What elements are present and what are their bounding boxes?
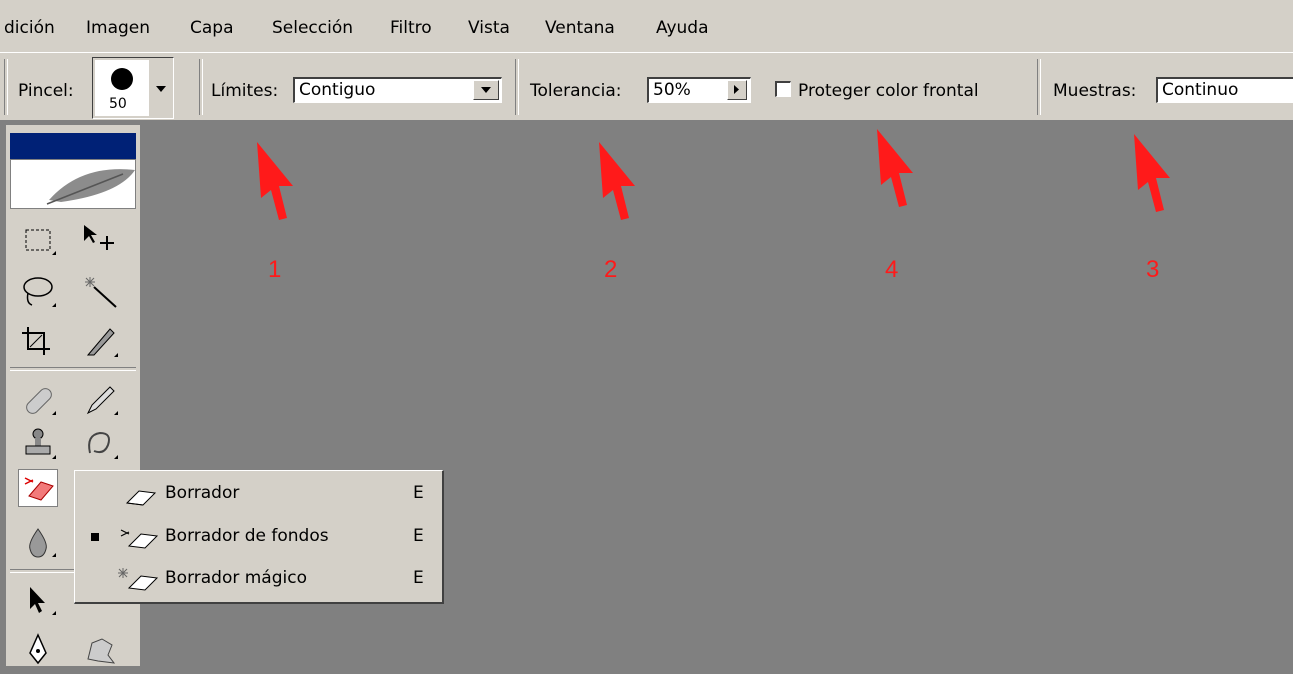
crop-icon [22, 327, 50, 355]
history-brush-icon [88, 431, 118, 459]
eraser-flyout-menu: Borrador E Borrador de fondos E Borrador… [74, 470, 444, 604]
menu-edicion[interactable]: dición [4, 18, 55, 38]
selected-bullet-icon [91, 533, 99, 541]
slice-icon [86, 328, 118, 357]
menu-seleccion[interactable]: Selección [272, 18, 353, 38]
bar-grip [4, 59, 8, 115]
protect-color-label: Proteger color frontal [798, 81, 979, 101]
pencil-icon [86, 386, 118, 415]
eraser-icon [115, 479, 165, 509]
brush-tool[interactable] [80, 381, 120, 419]
flyout-item-label: Borrador de fondos [165, 526, 329, 546]
brush-preview: 50 [95, 60, 149, 116]
brush-dot-icon [111, 68, 133, 90]
shape-icon [87, 638, 116, 664]
eraser-tool[interactable] [18, 469, 58, 507]
chevron-right-icon [734, 85, 739, 94]
move-tool[interactable] [80, 221, 120, 259]
menu-imagen[interactable]: Imagen [86, 18, 150, 38]
brush-picker[interactable]: 50 [92, 57, 174, 119]
menu-ventana[interactable]: Ventana [545, 18, 615, 38]
lasso-icon [23, 277, 56, 307]
brush-label: Pincel: [18, 81, 74, 101]
stamp-icon [25, 428, 56, 459]
rectangular-marquee-icon [25, 229, 56, 255]
magic-eraser-icon [115, 564, 165, 594]
limits-value: Contiguo [299, 80, 376, 100]
drop-icon [29, 528, 56, 558]
feather-logo [10, 159, 136, 209]
move-icon [84, 225, 114, 250]
chevron-down-icon [156, 86, 166, 92]
custom-shape-tool[interactable] [80, 631, 120, 669]
separator [515, 59, 519, 115]
flyout-item-shortcut: E [413, 483, 424, 503]
flyout-item-shortcut: E [413, 568, 424, 588]
menu-vista[interactable]: Vista [468, 18, 510, 38]
menu-bar: dición Imagen Capa Selección Filtro Vist… [0, 0, 1293, 52]
bandage-icon [26, 388, 56, 415]
samples-value: Continuo [1162, 80, 1239, 100]
options-bar: Pincel: 50 Límites: Contiguo Tolerancia:… [0, 52, 1293, 122]
background-eraser-icon [24, 477, 54, 501]
annotation-arrow-icon [1134, 134, 1170, 212]
flyout-item-borrador-magico[interactable]: Borrador mágico E [75, 558, 441, 598]
annotation-arrow-icon [599, 142, 635, 220]
magic-wand-icon [85, 277, 117, 308]
tool-separator [10, 367, 136, 371]
protect-color-checkbox[interactable] [775, 81, 791, 97]
slice-tool[interactable] [80, 323, 120, 361]
flyout-item-borrador[interactable]: Borrador E [75, 473, 441, 513]
flyout-item-borrador-de-fondos[interactable]: Borrador de fondos E [75, 516, 441, 556]
annotation-number: 1 [268, 256, 282, 283]
toolbox-title-bar[interactable] [10, 133, 136, 159]
annotation-number: 3 [1146, 256, 1160, 283]
samples-label: Muestras: [1053, 81, 1137, 101]
history-brush-tool[interactable] [80, 425, 120, 463]
crop-tool[interactable] [18, 323, 58, 361]
healing-brush-tool[interactable] [18, 381, 58, 419]
flyout-item-label: Borrador mágico [165, 568, 307, 588]
separator [1037, 59, 1041, 115]
brush-size: 50 [109, 96, 127, 112]
clone-stamp-tool[interactable] [18, 425, 58, 463]
blur-tool[interactable] [18, 523, 58, 561]
tolerance-slider-button[interactable] [727, 80, 747, 100]
menu-filtro[interactable]: Filtro [390, 18, 432, 38]
menu-capa[interactable]: Capa [190, 18, 234, 38]
separator [199, 59, 203, 115]
pen-tool[interactable] [18, 631, 58, 669]
feather-icon [46, 169, 135, 205]
limits-select[interactable]: Contiguo [293, 77, 502, 103]
lasso-tool[interactable] [18, 273, 58, 311]
samples-select[interactable]: Continuo [1156, 77, 1293, 103]
flyout-item-label: Borrador [165, 483, 240, 503]
menu-ayuda[interactable]: Ayuda [656, 18, 709, 38]
flyout-item-shortcut: E [413, 526, 424, 546]
arrow-pointer-icon [30, 587, 56, 615]
background-eraser-icon [115, 522, 165, 552]
marquee-tool[interactable] [18, 221, 58, 259]
limits-label: Límites: [211, 81, 279, 101]
tolerance-input[interactable]: 50% [647, 77, 751, 103]
tolerance-label: Tolerancia: [530, 81, 622, 101]
pen-nib-icon [29, 633, 47, 665]
chevron-down-icon [481, 87, 491, 93]
annotation-number: 4 [885, 256, 899, 283]
annotation-number: 2 [604, 256, 618, 283]
annotation-arrow-icon [257, 142, 293, 220]
annotation-arrow-icon [877, 129, 913, 207]
limits-dropdown-button[interactable] [473, 80, 499, 100]
magic-wand-tool[interactable] [80, 273, 120, 311]
brush-dropdown-button[interactable] [151, 60, 171, 116]
tolerance-value: 50% [653, 80, 691, 100]
path-selection-tool[interactable] [18, 581, 58, 619]
